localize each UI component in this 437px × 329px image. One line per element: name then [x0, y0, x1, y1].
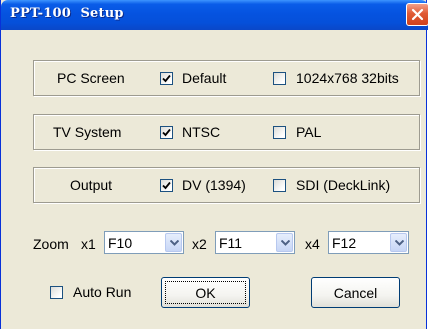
chevron-down-icon — [170, 240, 179, 246]
tv-system-pal-checkbox[interactable] — [273, 126, 286, 139]
tv-system-label: TV System — [53, 124, 122, 140]
tv-system-ntsc-checkbox[interactable] — [160, 126, 173, 139]
output-sdi-checkbox[interactable] — [273, 179, 286, 192]
zoom-x1-value: F10 — [108, 235, 133, 251]
check-mark-icon — [162, 128, 171, 137]
close-icon — [411, 8, 424, 21]
zoom-x1-label: x1 — [81, 236, 96, 252]
chevron-down-icon — [281, 240, 290, 246]
tv-system-group: TV System NTSC PAL — [33, 114, 420, 150]
pc-screen-label: PC Screen — [57, 70, 125, 86]
output-dv-checkbox[interactable] — [160, 179, 173, 192]
zoom-x4-dropdown-button[interactable] — [390, 233, 407, 252]
pc-screen-1024-checkbox[interactable] — [273, 72, 286, 85]
auto-run-label[interactable]: Auto Run — [73, 284, 131, 300]
tv-system-pal-label[interactable]: PAL — [296, 124, 321, 140]
zoom-x2-value: F11 — [219, 235, 243, 251]
output-label: Output — [70, 177, 113, 193]
check-mark-icon — [162, 181, 171, 190]
output-group: Output DV (1394) SDI (DeckLink) — [33, 167, 420, 203]
ok-button-label: OK — [195, 285, 216, 301]
pc-screen-default-label[interactable]: Default — [182, 70, 226, 86]
zoom-label: Zoom — [33, 236, 69, 252]
cancel-button[interactable]: Cancel — [311, 277, 400, 308]
window-title: PPT-100 Setup — [10, 6, 124, 21]
setup-dialog: PPT-100 Setup PC Screen Default 1024x768… — [0, 0, 429, 329]
check-mark-icon — [162, 74, 171, 83]
pc-screen-group: PC Screen Default 1024x768 32bits — [33, 60, 420, 96]
zoom-x4-select[interactable]: F12 — [328, 231, 409, 254]
zoom-x2-dropdown-button[interactable] — [276, 233, 293, 252]
zoom-x1-dropdown-button[interactable] — [165, 233, 182, 252]
pc-screen-1024-label[interactable]: 1024x768 32bits — [296, 70, 399, 86]
title-bar[interactable]: PPT-100 Setup — [1, 0, 429, 30]
zoom-x4-value: F12 — [332, 235, 357, 251]
zoom-x4-label: x4 — [305, 236, 320, 252]
zoom-x2-select[interactable]: F11 — [215, 231, 295, 254]
ok-button[interactable]: OK — [161, 277, 250, 308]
tv-system-ntsc-label[interactable]: NTSC — [182, 124, 220, 140]
output-dv-label[interactable]: DV (1394) — [182, 177, 246, 193]
cancel-button-label: Cancel — [333, 285, 378, 301]
close-button[interactable] — [406, 3, 429, 26]
zoom-x1-select[interactable]: F10 — [104, 231, 184, 254]
chevron-down-icon — [395, 240, 404, 246]
auto-run-checkbox[interactable] — [50, 286, 63, 299]
output-sdi-label[interactable]: SDI (DeckLink) — [296, 177, 390, 193]
pc-screen-default-checkbox[interactable] — [160, 72, 173, 85]
zoom-x2-label: x2 — [192, 236, 207, 252]
